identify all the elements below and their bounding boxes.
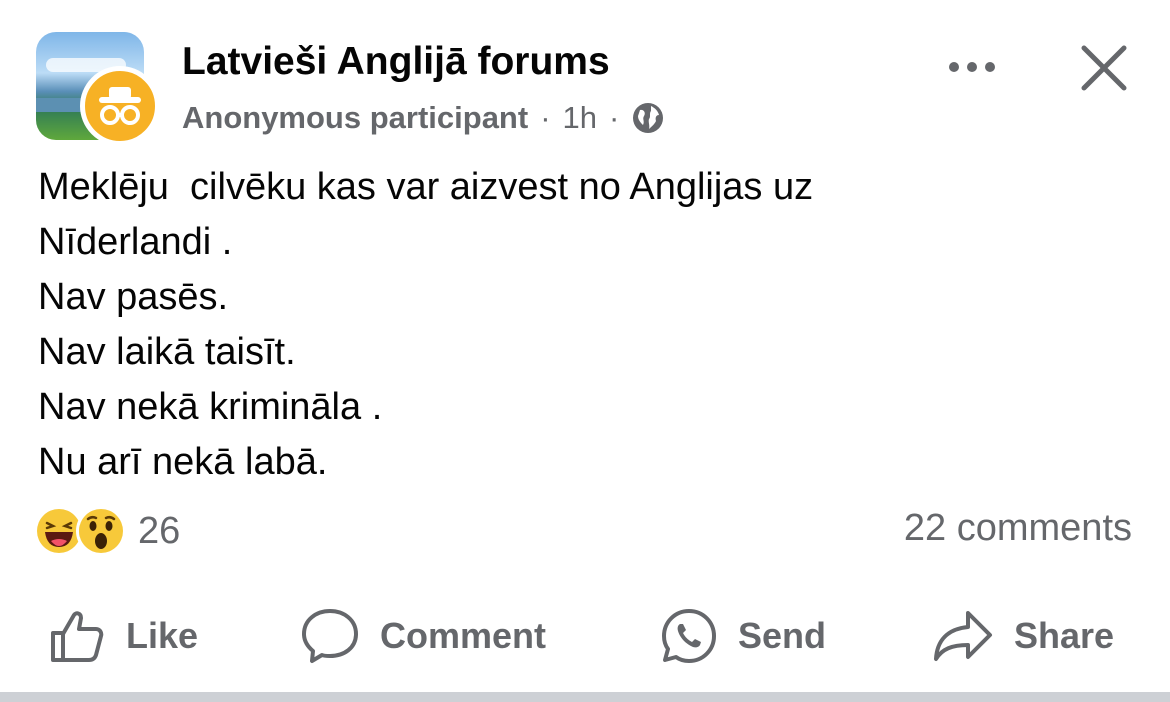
author-name[interactable]: Anonymous participant [182, 100, 528, 136]
whatsapp-icon [662, 609, 716, 663]
post-text-line: Nav nekā krimināla . [38, 386, 383, 428]
globe-icon[interactable] [631, 101, 665, 135]
close-button[interactable] [1076, 40, 1132, 96]
send-button[interactable]: Send [660, 600, 826, 672]
meta-separator: · [609, 100, 620, 135]
close-icon [1081, 45, 1127, 91]
post-text-line: Nav laikā taisīt. [38, 331, 296, 373]
post-text-line: Nu arī nekā labā. [38, 441, 328, 483]
post-text-line: Nav pasēs. [38, 276, 229, 318]
wow-reaction-icon [76, 506, 126, 556]
comment-button[interactable]: Comment [300, 600, 546, 672]
comment-label: Comment [380, 615, 547, 656]
share-icon [934, 611, 992, 661]
post-header: Latvieši Anglijā forums Anonymous partic… [0, 0, 1170, 150]
share-label: Share [1014, 615, 1115, 656]
like-label: Like [126, 615, 199, 656]
post-meta: Anonymous participant · 1h · [182, 100, 665, 136]
reactions-summary[interactable]: 26 [34, 505, 180, 557]
meta-separator: · [540, 100, 551, 135]
post-time[interactable]: 1h [563, 100, 597, 136]
bottom-divider [0, 692, 1170, 702]
send-label: Send [738, 615, 827, 656]
anonymous-badge-icon [80, 66, 160, 146]
reaction-count: 26 [138, 509, 181, 552]
comments-count-link[interactable]: 22 comments [904, 507, 1132, 550]
share-button[interactable]: Share [932, 600, 1114, 672]
comment-icon [302, 609, 358, 663]
more-options-button[interactable] [944, 50, 1000, 84]
post-text-line: Nīderlandi . [38, 221, 233, 263]
like-button[interactable]: Like [48, 600, 198, 672]
like-icon [51, 611, 104, 662]
post-actions-bar: Like Comment Send Share [0, 600, 1170, 672]
post-text: Meklēju cilvēku kas var aizvest no Angli… [38, 160, 1128, 490]
group-name[interactable]: Latvieši Anglijā forums [182, 40, 610, 84]
post-text-line: Meklēju cilvēku kas var aizvest no Angli… [38, 166, 814, 208]
